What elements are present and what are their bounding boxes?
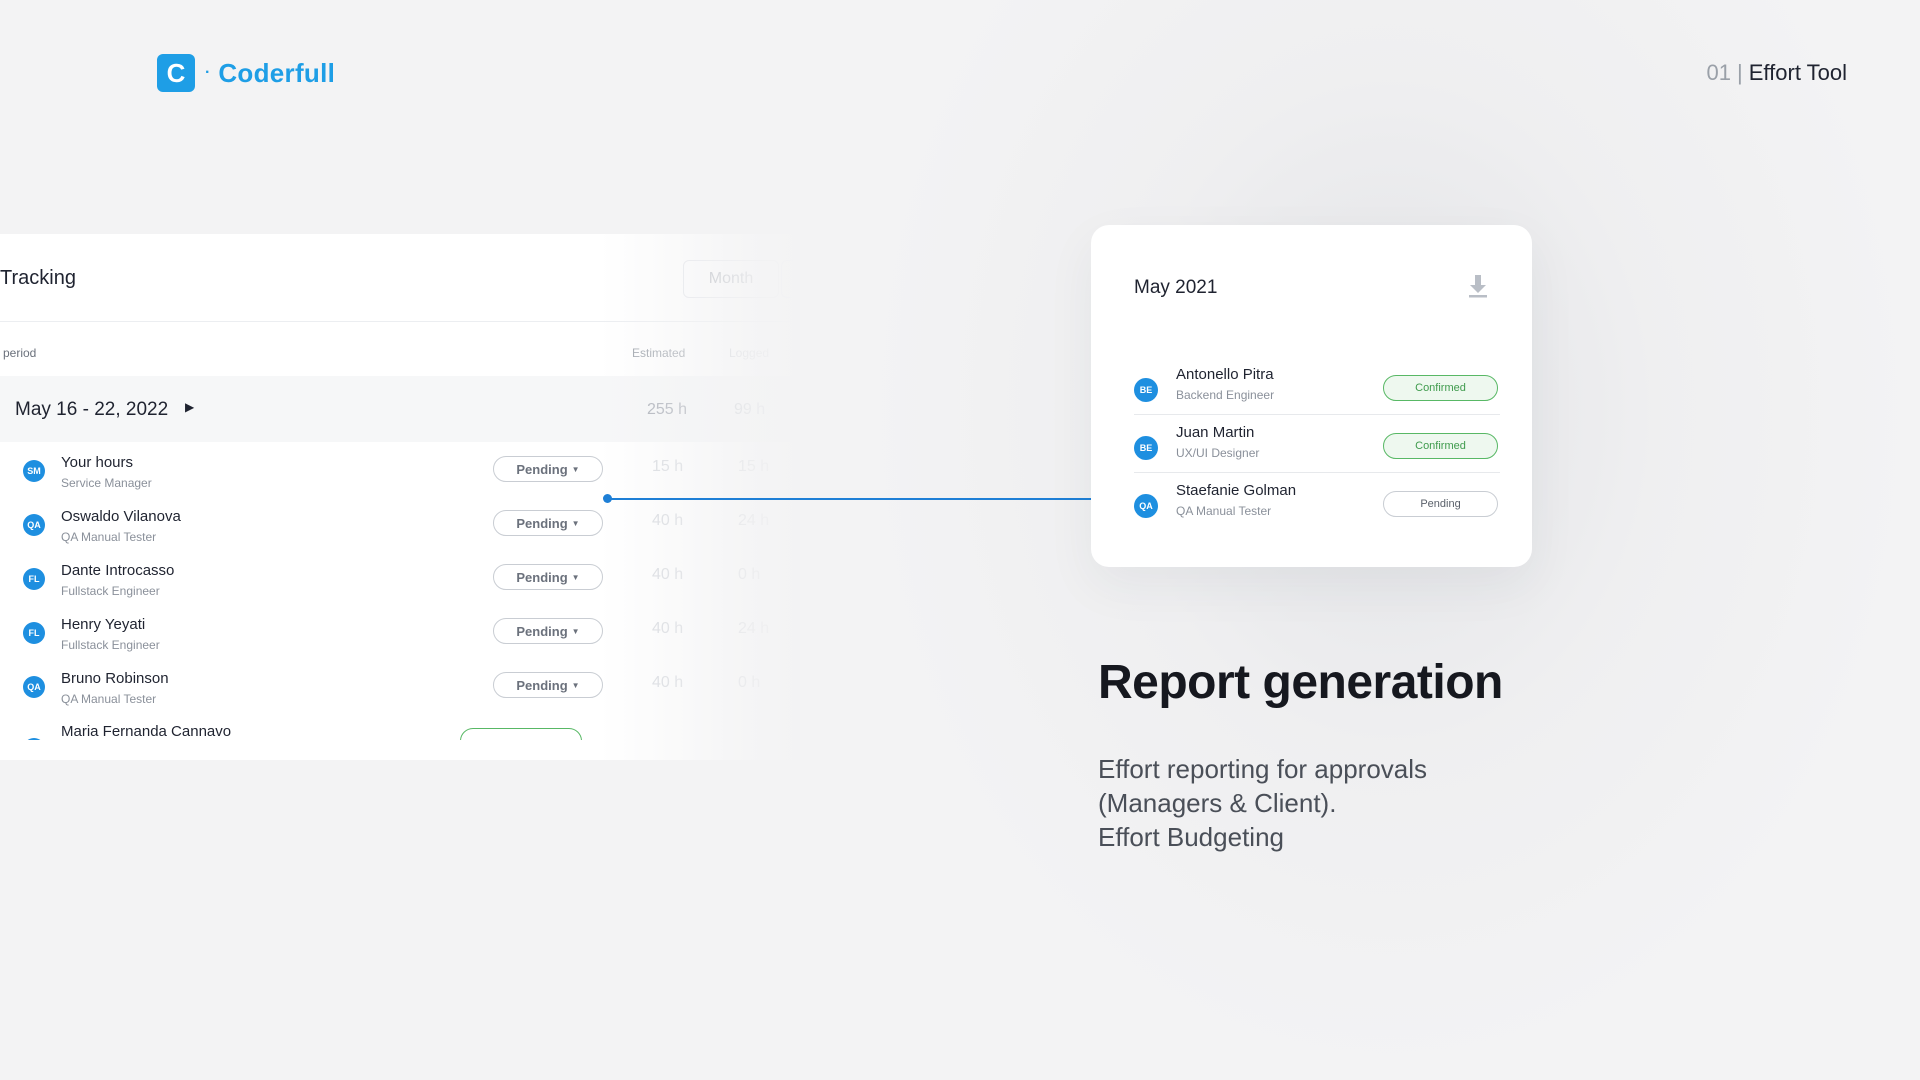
- status-label: Pending: [516, 623, 568, 639]
- avatar: FL: [23, 568, 45, 590]
- download-icon[interactable]: [1467, 273, 1489, 299]
- member-name: Bruno Robinson: [61, 670, 169, 687]
- status-label: Pending: [516, 461, 568, 477]
- estimated-hours: 40 h: [652, 620, 684, 637]
- member-role: QA Manual Tester: [1176, 504, 1272, 518]
- tracking-title: Tracking: [0, 267, 76, 289]
- expand-arrow-icon[interactable]: ▶: [185, 400, 194, 414]
- period-label: May 16 - 22, 2022: [15, 399, 169, 420]
- status-badge[interactable]: Confirmed: [1383, 433, 1498, 459]
- brand-name: Coderfull: [218, 57, 336, 88]
- member-name: Staefanie Golman: [1176, 482, 1297, 499]
- slide-tag: 01 | Effort Tool: [1707, 60, 1847, 86]
- caret-down-icon: ▼: [571, 518, 580, 528]
- avatar: QA: [23, 514, 45, 536]
- member-role: Fullstack Engineer: [61, 584, 160, 598]
- member-name: Maria Fernanda Cannavo: [61, 723, 232, 740]
- estimated-hours: 15 h: [652, 458, 684, 475]
- brand-separator: ·: [205, 64, 211, 81]
- estimated-hours: 40 h: [652, 566, 684, 583]
- description-line: Effort reporting for approvals: [1098, 754, 1428, 784]
- logged-hours: 15 h: [738, 458, 770, 475]
- member-role: Service Manager: [61, 476, 152, 490]
- caret-down-icon: ▼: [571, 572, 580, 582]
- table-row[interactable]: SM Your hours Service Manager Pending ▼ 1…: [0, 450, 800, 504]
- status-dropdown[interactable]: [460, 728, 582, 740]
- status-label: Pending: [516, 677, 568, 693]
- member-role: QA Manual Tester: [61, 530, 157, 544]
- status-dropdown[interactable]: Pending ▼: [493, 618, 603, 644]
- month-button[interactable]: Month: [683, 260, 779, 298]
- avatar: QA: [1134, 494, 1158, 518]
- status-dropdown[interactable]: Pending ▼: [493, 564, 603, 590]
- status-badge[interactable]: Confirmed: [1383, 375, 1498, 401]
- logged-hours: 24 h: [738, 620, 770, 637]
- description-line: Effort Budgeting: [1098, 822, 1284, 852]
- connector-dot: [603, 494, 612, 503]
- tracking-panel: Tracking Month period Estimated Logged M…: [0, 234, 800, 760]
- table-row[interactable]: FL Dante Introcasso Fullstack Engineer P…: [0, 558, 800, 612]
- table-row[interactable]: QA Oswaldo Vilanova QA Manual Tester Pen…: [0, 504, 800, 558]
- logged-hours: 24 h: [738, 512, 770, 529]
- avatar: BE: [1134, 378, 1158, 402]
- period-estimated-total: 255 h: [647, 401, 688, 418]
- slide-separator: |: [1737, 60, 1743, 85]
- member-role: Fullstack Engineer: [61, 638, 160, 652]
- slide-number: 01: [1706, 60, 1732, 85]
- logged-hours: 0 h: [738, 674, 761, 691]
- column-header-period: period: [3, 346, 37, 360]
- report-row[interactable]: BE Antonello Pitra Backend Engineer Conf…: [1134, 366, 1500, 424]
- member-name: Juan Martin: [1176, 424, 1255, 441]
- member-name: Henry Yeyati: [61, 616, 146, 633]
- table-row[interactable]: FL Henry Yeyati Fullstack Engineer Pendi…: [0, 612, 800, 666]
- avatar: BE: [1134, 436, 1158, 460]
- feature-description: Effort reporting for approvals (Managers…: [1098, 752, 1427, 854]
- table-row[interactable]: QA Maria Fernanda Cannavo: [0, 720, 800, 740]
- feature-headline: Report generation: [1098, 656, 1503, 709]
- logo-mark: C: [157, 54, 195, 92]
- period-logged-total: 99 h: [734, 401, 766, 418]
- member-name: Dante Introcasso: [61, 562, 175, 579]
- status-dropdown[interactable]: Pending ▼: [493, 456, 603, 482]
- member-role: Backend Engineer: [1176, 388, 1275, 402]
- member-name: Your hours: [61, 454, 133, 471]
- divider: [1134, 472, 1500, 473]
- estimated-hours: 40 h: [652, 674, 684, 691]
- report-row[interactable]: QA Staefanie Golman QA Manual Tester Pen…: [1134, 482, 1500, 540]
- logged-hours: 0 h: [738, 566, 761, 583]
- caret-down-icon: ▼: [571, 464, 580, 474]
- caret-down-icon: ▼: [571, 626, 580, 636]
- report-row[interactable]: BE Juan Martin UX/UI Designer Confirmed: [1134, 424, 1500, 482]
- member-name: Oswaldo Vilanova: [61, 508, 181, 525]
- view-toggle-button[interactable]: [781, 260, 800, 298]
- column-header-logged: Logged: [729, 346, 770, 360]
- status-dropdown[interactable]: Pending ▼: [493, 510, 603, 536]
- connector-line: [607, 498, 1108, 500]
- slide-title: Effort Tool: [1748, 60, 1847, 85]
- caret-down-icon: ▼: [571, 680, 580, 690]
- table-row[interactable]: QA Bruno Robinson QA Manual Tester Pendi…: [0, 666, 800, 720]
- status-label: Pending: [516, 515, 568, 531]
- status-label: Pending: [516, 569, 568, 585]
- avatar: SM: [23, 460, 45, 482]
- divider: [1134, 414, 1500, 415]
- divider: [0, 321, 800, 322]
- brand-logo[interactable]: C · Coderfull: [157, 54, 335, 92]
- estimated-hours: 40 h: [652, 512, 684, 529]
- report-card: May 2021 BE Antonello Pitra Backend Engi…: [1091, 225, 1532, 567]
- status-dropdown[interactable]: Pending ▼: [493, 672, 603, 698]
- status-badge[interactable]: Pending: [1383, 491, 1498, 517]
- member-role: QA Manual Tester: [61, 692, 157, 706]
- description-line: (Managers & Client).: [1098, 788, 1337, 818]
- avatar: QA: [23, 676, 45, 698]
- avatar: FL: [23, 622, 45, 644]
- column-header-estimated: Estimated: [632, 346, 686, 360]
- report-title: May 2021: [1134, 277, 1218, 298]
- member-name: Antonello Pitra: [1176, 366, 1274, 383]
- avatar: QA: [23, 738, 45, 740]
- member-role: UX/UI Designer: [1176, 446, 1260, 460]
